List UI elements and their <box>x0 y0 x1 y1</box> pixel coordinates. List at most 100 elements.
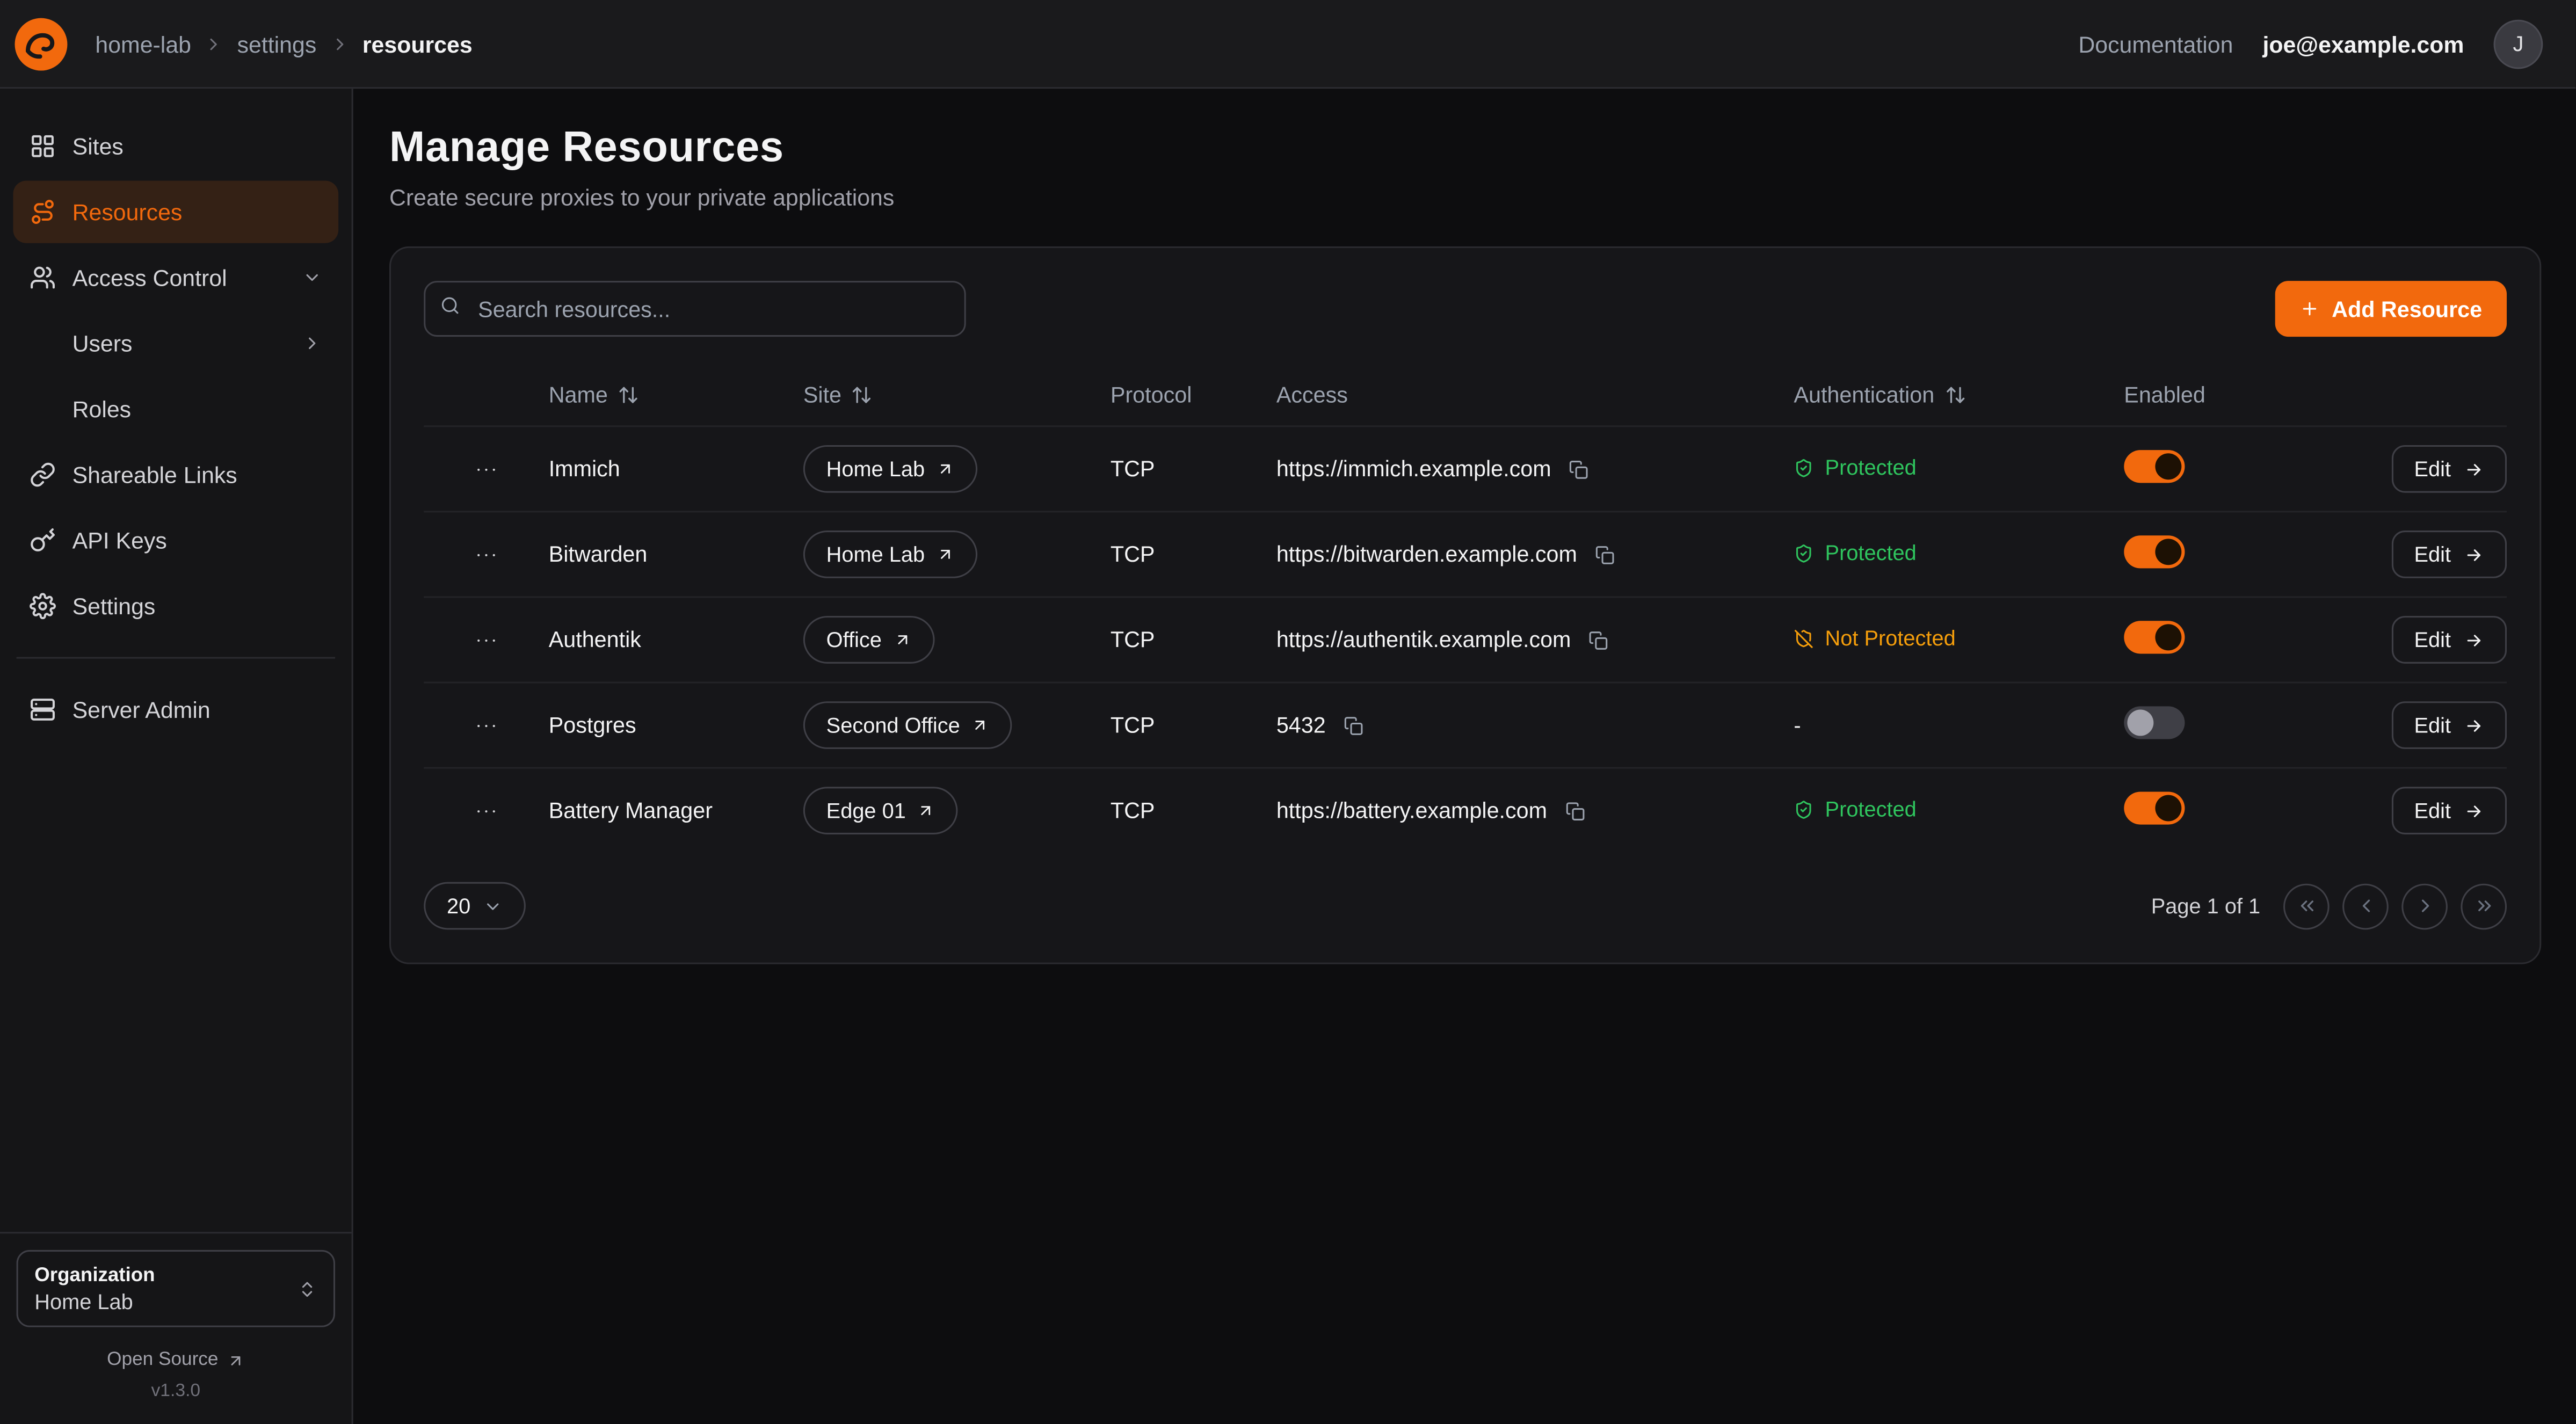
sidebar-item-label: Users <box>72 330 286 357</box>
sidebar-item-label: Settings <box>72 593 322 619</box>
enabled-toggle[interactable] <box>2124 535 2185 568</box>
sidebar-item-resources[interactable]: Resources <box>13 180 338 243</box>
site-link-button[interactable]: Edge 01 <box>803 787 959 834</box>
sidebar-item-sites[interactable]: Sites <box>13 115 338 177</box>
site-link-button[interactable]: Home Lab <box>803 445 977 493</box>
external-link-icon <box>893 631 911 649</box>
external-link-icon <box>937 546 955 564</box>
avatar[interactable]: J <box>2494 19 2543 68</box>
sidebar-item-settings[interactable]: Settings <box>13 575 338 637</box>
copy-button[interactable] <box>1340 712 1367 738</box>
user-email[interactable]: joe@example.com <box>2262 31 2464 57</box>
enabled-toggle[interactable] <box>2124 706 2185 739</box>
copy-button[interactable] <box>1592 541 1618 568</box>
toggle-knob <box>2127 709 2153 736</box>
last-page-button[interactable] <box>2461 883 2507 929</box>
sidebar-item-label: Access Control <box>72 264 286 290</box>
copy-button[interactable] <box>1566 456 1592 482</box>
sidebar-item-roles[interactable]: Roles <box>13 378 338 440</box>
sidebar-divider <box>17 657 335 659</box>
column-header-site[interactable]: Site <box>803 382 1111 406</box>
sidebar-item-label: Sites <box>72 133 322 159</box>
copy-button[interactable] <box>1562 797 1588 824</box>
search-input[interactable] <box>424 281 966 337</box>
chevron-down-icon <box>484 896 504 916</box>
sidebar-item-label: Server Admin <box>72 696 322 723</box>
protocol-value: TCP <box>1111 713 1276 738</box>
page-info: Page 1 of 1 <box>2151 893 2260 918</box>
arrow-right-icon <box>2464 715 2484 735</box>
edit-button[interactable]: Edit <box>2391 787 2507 834</box>
page-size-select[interactable]: 20 <box>424 882 526 930</box>
column-header-name[interactable]: Name <box>549 382 803 406</box>
sidebar-item-label: Resources <box>72 199 322 225</box>
auth-status: - <box>1794 713 1801 738</box>
table-header-row: Name Site Protocol Access Authentication… <box>424 363 2507 425</box>
resource-name: Postgres <box>549 713 803 738</box>
copy-icon <box>1565 801 1585 820</box>
add-resource-button[interactable]: Add Resource <box>2276 281 2507 337</box>
access-url: https://bitwarden.example.com <box>1276 542 1577 566</box>
sidebar-item-label: Roles <box>72 396 322 422</box>
app-logo-icon <box>13 16 69 71</box>
edit-button[interactable]: Edit <box>2391 445 2507 493</box>
chevron-right-icon <box>204 34 224 54</box>
breadcrumb-settings[interactable]: settings <box>237 31 317 57</box>
arrow-right-icon <box>2464 630 2484 650</box>
sidebar-item-api-keys[interactable]: API Keys <box>13 509 338 571</box>
site-link-button[interactable]: Home Lab <box>803 531 977 578</box>
external-link-icon <box>971 716 990 735</box>
plus-icon <box>2301 299 2320 319</box>
column-header-enabled: Enabled <box>2124 382 2347 406</box>
column-header-authentication[interactable]: Authentication <box>1794 382 2124 406</box>
breadcrumb-org[interactable]: home-lab <box>95 31 191 57</box>
protocol-value: TCP <box>1111 456 1276 481</box>
row-menu-button[interactable] <box>467 535 506 574</box>
sidebar-item-shareable-links[interactable]: Shareable Links <box>13 444 338 506</box>
auth-status: Protected <box>1794 797 1916 822</box>
shield-check-icon <box>1794 800 1813 819</box>
row-menu-button[interactable] <box>467 620 506 659</box>
table-row: Postgres Second Office TCP 5432 - Edit <box>424 681 2507 767</box>
first-page-button[interactable] <box>2283 883 2330 929</box>
copy-icon <box>1569 459 1589 479</box>
table-row: Battery Manager Edge 01 TCP https://batt… <box>424 767 2507 853</box>
app-window: home-lab settings resources Documentatio… <box>0 0 2576 1424</box>
row-menu-button[interactable] <box>467 449 506 489</box>
page-subtitle: Create secure proxies to your private ap… <box>389 184 2541 210</box>
copy-button[interactable] <box>1586 627 1612 653</box>
next-page-button[interactable] <box>2401 883 2448 929</box>
sidebar-item-users[interactable]: Users <box>13 312 338 374</box>
sidebar-item-server-admin[interactable]: Server Admin <box>13 678 338 740</box>
organization-selector[interactable]: Organization Home Lab <box>17 1250 335 1327</box>
site-link-button[interactable]: Second Office <box>803 701 1013 749</box>
row-menu-button[interactable] <box>467 706 506 745</box>
resource-name: Immich <box>549 456 803 481</box>
ellipsis-icon <box>473 541 499 568</box>
enabled-toggle[interactable] <box>2124 450 2185 483</box>
breadcrumb-resources[interactable]: resources <box>362 31 473 57</box>
open-source-link[interactable]: Open Source <box>17 1350 335 1370</box>
resource-name: Bitwarden <box>549 542 803 566</box>
copy-icon <box>1595 544 1615 564</box>
enabled-toggle[interactable] <box>2124 621 2185 653</box>
edit-button[interactable]: Edit <box>2391 616 2507 664</box>
edit-button[interactable]: Edit <box>2391 701 2507 749</box>
resource-name: Authentik <box>549 628 803 652</box>
external-link-icon <box>227 1351 245 1369</box>
table-row: Immich Home Lab TCP https://immich.examp… <box>424 425 2507 511</box>
documentation-link[interactable]: Documentation <box>2078 31 2233 57</box>
external-link-icon <box>917 802 935 820</box>
edit-button[interactable]: Edit <box>2391 531 2507 578</box>
previous-page-button[interactable] <box>2342 883 2389 929</box>
site-link-button[interactable]: Office <box>803 616 934 664</box>
sidebar-item-label: API Keys <box>72 527 322 554</box>
server-icon <box>30 696 56 723</box>
row-menu-button[interactable] <box>467 791 506 830</box>
add-resource-label: Add Resource <box>2332 296 2482 321</box>
toggle-knob <box>2155 795 2181 822</box>
auth-status: Protected <box>1794 455 1916 480</box>
enabled-toggle[interactable] <box>2124 791 2185 824</box>
sidebar-item-access-control[interactable]: Access Control <box>13 246 338 309</box>
auth-status: Protected <box>1794 541 1916 565</box>
